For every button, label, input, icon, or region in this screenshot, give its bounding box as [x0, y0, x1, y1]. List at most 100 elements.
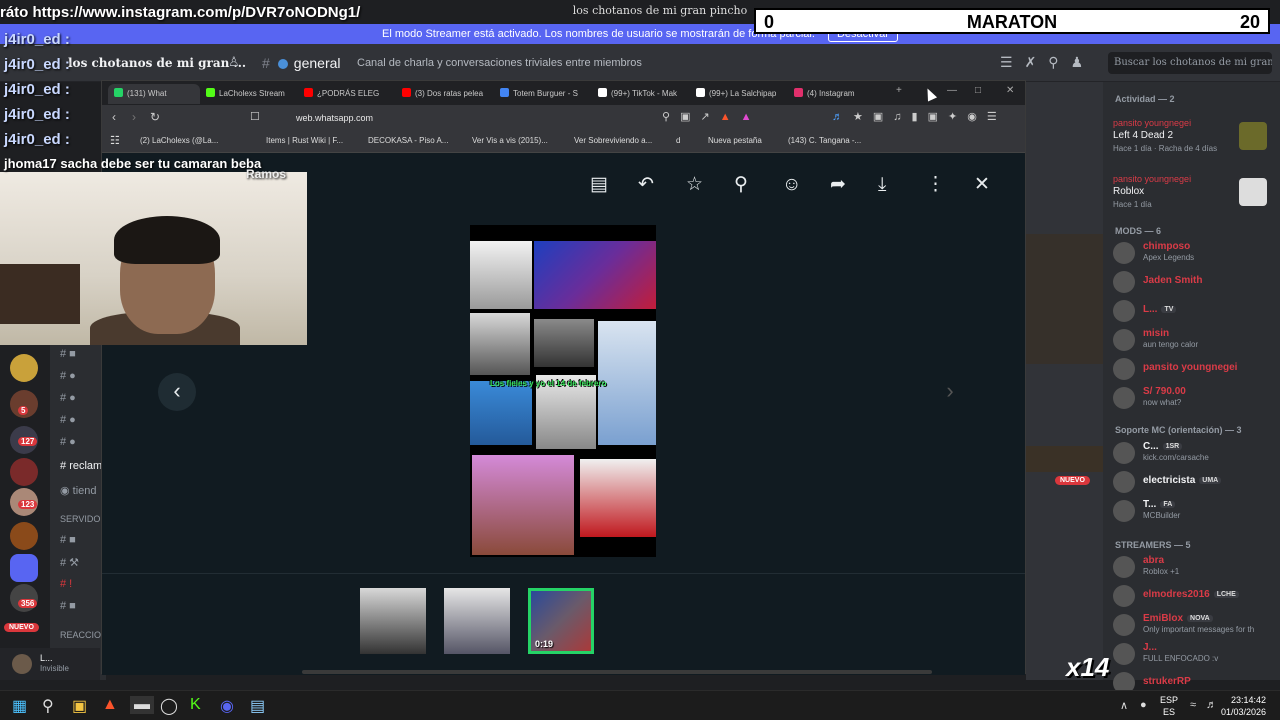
browser-tab[interactable]: (131) What: [108, 84, 200, 104]
server-icon[interactable]: [10, 354, 38, 382]
channel-item[interactable]: # !: [60, 578, 72, 590]
file-explorer-icon[interactable]: ▣: [72, 696, 87, 716]
close-window-button[interactable]: ✕: [1006, 85, 1014, 96]
bookmark-item[interactable]: DECOKASA - Piso A...: [368, 136, 448, 145]
bookmark-item[interactable]: d: [676, 136, 680, 145]
bookmark-item[interactable]: Ver Sobreviviendo a...: [574, 136, 652, 145]
language-indicator[interactable]: ESP ES: [1160, 694, 1178, 718]
media-thumbnail[interactable]: [360, 588, 426, 654]
reply-icon[interactable]: ↶: [638, 173, 686, 196]
close-icon[interactable]: ✕: [974, 173, 1022, 196]
member-item[interactable]: L... TV: [1113, 298, 1278, 324]
brave-icon[interactable]: ▲: [102, 696, 118, 714]
tray-up-icon[interactable]: ∧: [1120, 699, 1128, 712]
avatar[interactable]: [12, 654, 32, 674]
add-member-icon[interactable]: ♙: [228, 54, 240, 70]
brave-shield-icon[interactable]: ▲: [720, 111, 741, 123]
new-tab-button[interactable]: +: [896, 85, 902, 96]
browser-tab[interactable]: Totem Burguer - S: [500, 84, 590, 104]
browser-tab[interactable]: LaCholexs Stream: [206, 84, 296, 104]
channel-item[interactable]: # ●: [60, 436, 76, 448]
member-item[interactable]: Jaden Smith: [1113, 269, 1278, 295]
obs-icon[interactable]: ▬: [130, 696, 154, 714]
member-item[interactable]: EmiBlox NOVA Only important messages for t…: [1113, 612, 1278, 638]
leo-icon[interactable]: ✦: [948, 111, 967, 123]
member-item[interactable]: electricista UMA: [1113, 469, 1278, 495]
activity-item[interactable]: pansito youngnegei Left 4 Dead 2 Hace 1 …: [1113, 118, 1273, 158]
extension-icon[interactable]: ♬: [832, 111, 853, 123]
apps-grid-icon[interactable]: ☷: [110, 134, 120, 147]
kick-icon[interactable]: K: [190, 696, 201, 714]
cast-icon[interactable]: ▣: [680, 111, 700, 123]
next-media-button[interactable]: ›: [931, 373, 969, 411]
download-icon[interactable]: ⤓: [878, 174, 926, 196]
channel-item[interactable]: # ●: [60, 392, 76, 404]
clock[interactable]: 23:14:42 01/03/2026: [1221, 694, 1266, 718]
new-messages-pill[interactable]: NUEVO: [1055, 476, 1090, 485]
member-item[interactable]: misin aun tengo calor: [1113, 327, 1278, 353]
browser-tab[interactable]: (4) Instagram: [794, 84, 884, 104]
back-icon[interactable]: ‹: [112, 110, 116, 124]
threads-icon[interactable]: ☰: [1000, 54, 1025, 70]
share-icon[interactable]: ↗: [700, 111, 719, 123]
member-item[interactable]: T... FA MCBuilder: [1113, 498, 1278, 524]
activity-item[interactable]: pansito youngnegei Roblox Hace 1 día: [1113, 174, 1273, 214]
member-item[interactable]: C... 1SR kick.com/carsache: [1113, 440, 1278, 466]
forward-icon[interactable]: ›: [132, 110, 136, 124]
wallet-icon[interactable]: ▣: [928, 111, 948, 123]
channel-item-tiend[interactable]: ◉ tiend: [60, 484, 97, 497]
server-icon[interactable]: [10, 554, 38, 582]
discord-icon[interactable]: ◉: [220, 696, 234, 716]
channel-item-reclam[interactable]: # reclam: [60, 460, 102, 472]
wifi-icon[interactable]: ≈: [1190, 699, 1196, 711]
zoom-icon[interactable]: ⚲: [662, 111, 680, 123]
member-item[interactable]: chimposo Apex Legends: [1113, 240, 1278, 266]
new-badge[interactable]: NUEVO: [4, 623, 39, 632]
member-item[interactable]: elmodres2016 LCHE: [1113, 583, 1278, 609]
start-icon[interactable]: ▦: [12, 696, 27, 716]
search-input[interactable]: Buscar los chotanos de mi gran pi...: [1108, 52, 1272, 74]
mute-icon[interactable]: ✗: [1025, 54, 1049, 70]
previous-media-button[interactable]: ‹: [158, 373, 196, 411]
server-icon[interactable]: [10, 522, 38, 550]
mic-icon[interactable]: ●: [1140, 699, 1147, 711]
channel-item[interactable]: # ⚒: [60, 556, 79, 569]
channel-item[interactable]: # ■: [60, 534, 76, 546]
bookmark-item[interactable]: Nueva pestaña: [708, 136, 762, 145]
menu-icon[interactable]: ☰: [987, 111, 1007, 123]
horizontal-scrollbar[interactable]: [302, 670, 932, 674]
bookmark-item[interactable]: (143) C. Tangana -...: [788, 136, 861, 145]
browser-tab[interactable]: (99+) TikTok - Mak: [598, 84, 688, 104]
extension-icon[interactable]: ▣: [873, 111, 893, 123]
app-icon[interactable]: ◯: [160, 696, 178, 716]
bookmark-icon[interactable]: ☐: [250, 110, 260, 123]
browser-tab[interactable]: (99+) La Salchipap: [696, 84, 786, 104]
members-icon[interactable]: ♟: [1071, 54, 1096, 70]
media-thumbnail[interactable]: [444, 588, 510, 654]
url-field[interactable]: web.whatsapp.com: [262, 108, 662, 128]
member-item[interactable]: J... FULL ENFOCADO :v: [1113, 641, 1278, 667]
rewards-icon[interactable]: ▲: [741, 111, 762, 123]
pin-icon[interactable]: ⚲: [734, 173, 782, 196]
message-icon[interactable]: ▤: [590, 173, 638, 196]
server-name[interactable]: los chotanos de mi gran ...: [68, 56, 246, 70]
bookmark-item[interactable]: Items | Rust Wiki | F...: [266, 136, 343, 145]
maximize-button[interactable]: □: [975, 85, 981, 96]
member-item[interactable]: S/ 790.00 now what?: [1113, 385, 1278, 411]
notepad-icon[interactable]: ▤: [250, 696, 265, 716]
search-icon[interactable]: ⚲: [42, 696, 54, 716]
sidebar-icon[interactable]: ▮: [912, 111, 928, 123]
puzzle-icon[interactable]: ★: [853, 111, 873, 123]
reload-icon[interactable]: ↻: [150, 110, 160, 124]
bookmark-item[interactable]: Ver Vis a vis (2015)...: [472, 136, 548, 145]
volume-icon[interactable]: ♬: [1206, 699, 1217, 711]
channel-item[interactable]: # ■: [60, 348, 76, 360]
browser-tab[interactable]: (3) Dos ratas pelea: [402, 84, 492, 104]
member-item[interactable]: pansito youngnegei: [1113, 356, 1278, 382]
emoji-icon[interactable]: ☺: [782, 174, 830, 196]
member-item[interactable]: abra Roblox +1: [1113, 554, 1278, 580]
media-thumbnail-selected[interactable]: 0:19: [528, 588, 594, 654]
star-icon[interactable]: ☆: [686, 173, 734, 196]
category-servidor[interactable]: SERVIDOR: [60, 514, 107, 524]
server-icon[interactable]: [10, 458, 38, 486]
